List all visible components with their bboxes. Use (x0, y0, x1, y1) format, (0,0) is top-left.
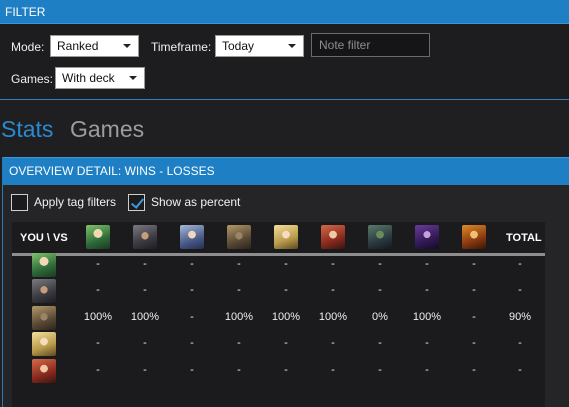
matchup-cell: 100% (412, 311, 442, 323)
chevron-down-icon (129, 76, 137, 80)
matchup-cell: - (96, 337, 100, 349)
row-total-cell: - (518, 284, 522, 296)
apply-tag-filters-label: Apply tag filters (34, 195, 117, 209)
matchup-cell: - (378, 284, 382, 296)
matchup-cell: 100% (271, 311, 301, 323)
opponent-hero-rogue-icon (227, 225, 251, 249)
matchup-cell: - (425, 364, 429, 376)
matchup-cell: - (472, 258, 476, 270)
tab-stats[interactable]: Stats (1, 116, 53, 143)
show-as-percent-label: Show as percent (151, 195, 241, 209)
opponent-hero-shaman-icon (368, 225, 392, 249)
corner-header: YOU \ VS (20, 232, 68, 244)
matchup-cell: - (284, 258, 288, 270)
mode-label: Mode: (11, 40, 45, 54)
timeframe-value: Today (222, 39, 255, 53)
matchup-cell: - (190, 258, 194, 270)
matchup-cell: - (472, 311, 476, 323)
header-divider (12, 253, 545, 256)
matchup-cell: - (284, 364, 288, 376)
opponent-hero-druid-icon (86, 225, 110, 249)
overview-title: OVERVIEW DETAIL: WINS - LOSSES (3, 157, 569, 185)
opponent-hero-hunter-icon (321, 225, 345, 249)
matchup-cell: - (331, 364, 335, 376)
matchup-cell: 100% (83, 311, 113, 323)
row-total-cell: - (518, 337, 522, 349)
apply-tag-filters-checkbox[interactable] (11, 194, 28, 211)
filter-header: FILTER (0, 0, 569, 24)
player-hero-warrior-icon (32, 279, 56, 303)
checkmark-icon (130, 195, 145, 209)
matchup-cell: - (143, 364, 147, 376)
timeframe-dropdown[interactable]: Today (215, 35, 304, 57)
opponent-hero-warlock-icon (415, 225, 439, 249)
matchup-cell: - (378, 258, 382, 270)
matchup-cell: - (143, 284, 147, 296)
filter-divider (0, 99, 569, 100)
games-dropdown[interactable]: With deck (55, 67, 145, 89)
timeframe-label: Timeframe: (151, 40, 212, 54)
overview-panel: OVERVIEW DETAIL: WINS - LOSSES Apply tag… (2, 157, 569, 407)
matchup-cell: - (190, 364, 194, 376)
matchup-cell: - (237, 258, 241, 270)
matchup-cell: - (96, 258, 100, 270)
matchup-cell: 100% (224, 311, 254, 323)
mode-value: Ranked (57, 39, 99, 53)
opponent-hero-priest-icon (274, 225, 298, 249)
matchup-cell: - (96, 364, 100, 376)
matchup-cell: 100% (130, 311, 160, 323)
opponent-hero-paladin-icon (462, 225, 486, 249)
games-value: With deck (62, 71, 115, 85)
matchup-cell: - (190, 337, 194, 349)
row-total-cell: - (518, 364, 522, 376)
matchup-cell: - (425, 258, 429, 270)
chevron-down-icon (123, 44, 131, 48)
player-hero-druid-icon (32, 253, 56, 277)
show-as-percent-checkbox[interactable] (128, 194, 145, 211)
matchup-cell: - (472, 337, 476, 349)
matchup-cell: - (284, 337, 288, 349)
note-filter-input[interactable] (311, 33, 430, 57)
matchup-cell: - (237, 364, 241, 376)
matchup-cell: - (96, 284, 100, 296)
row-total-cell: - (518, 258, 522, 270)
matchup-cell: - (143, 258, 147, 270)
player-hero-hunter-icon (32, 359, 56, 383)
matchup-cell: - (331, 258, 335, 270)
chevron-down-icon (288, 44, 296, 48)
opponent-hero-warrior-icon (133, 225, 157, 249)
matchup-cell: - (331, 337, 335, 349)
matchup-cell: - (331, 284, 335, 296)
matchup-cell: - (143, 337, 147, 349)
games-label: Games: (11, 72, 54, 86)
matchup-cell: - (284, 284, 288, 296)
player-hero-priest-icon (32, 332, 56, 356)
matchup-cell: - (378, 364, 382, 376)
matchup-cell: - (378, 337, 382, 349)
row-total-cell: 90% (508, 311, 532, 323)
matchup-cell: 100% (318, 311, 348, 323)
opponent-hero-mage-icon (180, 225, 204, 249)
matchup-cell: - (237, 284, 241, 296)
matchup-cell: - (425, 284, 429, 296)
matchup-cell: - (472, 364, 476, 376)
tab-games[interactable]: Games (70, 116, 144, 143)
mode-dropdown[interactable]: Ranked (50, 35, 139, 57)
matchup-cell: - (425, 337, 429, 349)
matchup-cell: - (190, 311, 194, 323)
player-hero-rogue-icon (32, 306, 56, 330)
matchup-cell: - (237, 337, 241, 349)
matchup-cell: - (190, 284, 194, 296)
winrate-table: YOU \ VS TOTAL - - - - - - - - - - - - - - - - - - - - 100% 1… (12, 222, 545, 407)
matchup-cell: 0% (372, 311, 388, 323)
total-header: TOTAL (506, 232, 542, 244)
matchup-cell: - (472, 284, 476, 296)
